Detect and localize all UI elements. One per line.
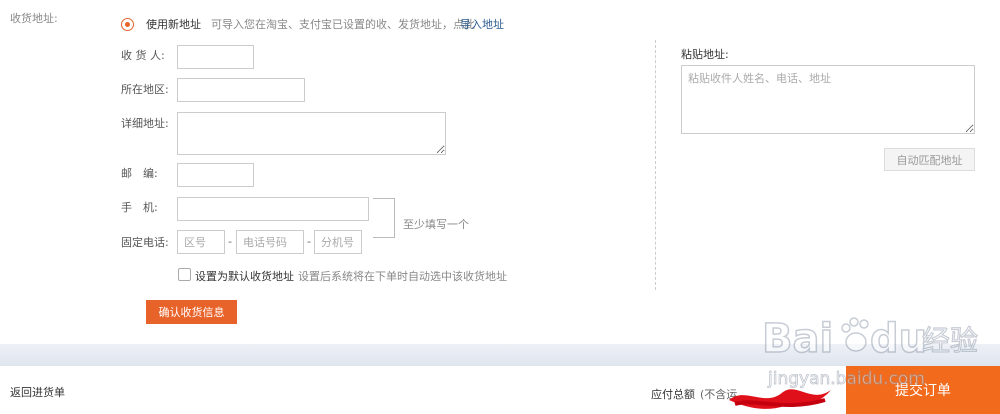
watermark-url: jingyan.baidu.com: [767, 369, 925, 389]
default-address-checkbox[interactable]: [178, 268, 191, 281]
paste-address-title: 粘贴地址:: [681, 48, 729, 61]
total-payable-label: 应付总额: [651, 388, 695, 401]
detail-address-label: 详细地址:: [121, 117, 169, 130]
auto-match-address-button[interactable]: 自动匹配地址: [884, 148, 975, 171]
default-address-label[interactable]: 设置为默认收货地址: [195, 268, 294, 284]
at-least-one-note: 至少填写一个: [403, 218, 469, 231]
import-address-link[interactable]: 导入地址: [460, 16, 504, 32]
paw-icon: [841, 317, 869, 352]
receiver-label: 收 货 人:: [121, 49, 165, 62]
watermark-brand2: du: [870, 316, 927, 362]
area-code-input[interactable]: [177, 230, 225, 254]
default-address-hint: 设置后系统将在下单时自动选中该收货地址: [298, 270, 507, 283]
phone-label: 固定电话:: [121, 236, 169, 249]
mobile-input[interactable]: [177, 197, 369, 221]
use-new-address-radio[interactable]: [121, 18, 134, 31]
import-hint: 可导入您在淘宝、支付宝已设置的收、发货地址，点此: [211, 18, 475, 31]
extension-input[interactable]: [314, 230, 362, 254]
use-new-address-label[interactable]: 使用新地址: [146, 16, 201, 32]
confirm-address-button[interactable]: 确认收货信息: [146, 300, 237, 324]
vertical-divider: [655, 40, 656, 290]
back-to-cart-link[interactable]: 返回进货单: [10, 384, 65, 400]
baidu-jingyan-watermark: Bai du 经验 jingyan.baidu.com: [761, 315, 978, 389]
phone-number-input[interactable]: [236, 230, 304, 254]
watermark-cn: 经验: [922, 324, 978, 357]
postcode-input[interactable]: [177, 163, 254, 187]
region-input[interactable]: [177, 78, 305, 102]
phone-dash-1: -: [228, 235, 232, 248]
section-label: 收货地址:: [10, 12, 58, 25]
watermark-brand: Bai: [762, 316, 833, 362]
phone-dash-2: -: [307, 235, 311, 248]
receiver-input[interactable]: [177, 45, 254, 69]
detail-address-textarea[interactable]: [177, 112, 446, 155]
paste-address-textarea[interactable]: [681, 65, 975, 134]
mobile-label: 手 机:: [121, 201, 158, 214]
postcode-label: 邮 编:: [121, 167, 158, 180]
phone-group-bracket: [373, 198, 395, 238]
region-label: 所在地区:: [121, 83, 169, 96]
